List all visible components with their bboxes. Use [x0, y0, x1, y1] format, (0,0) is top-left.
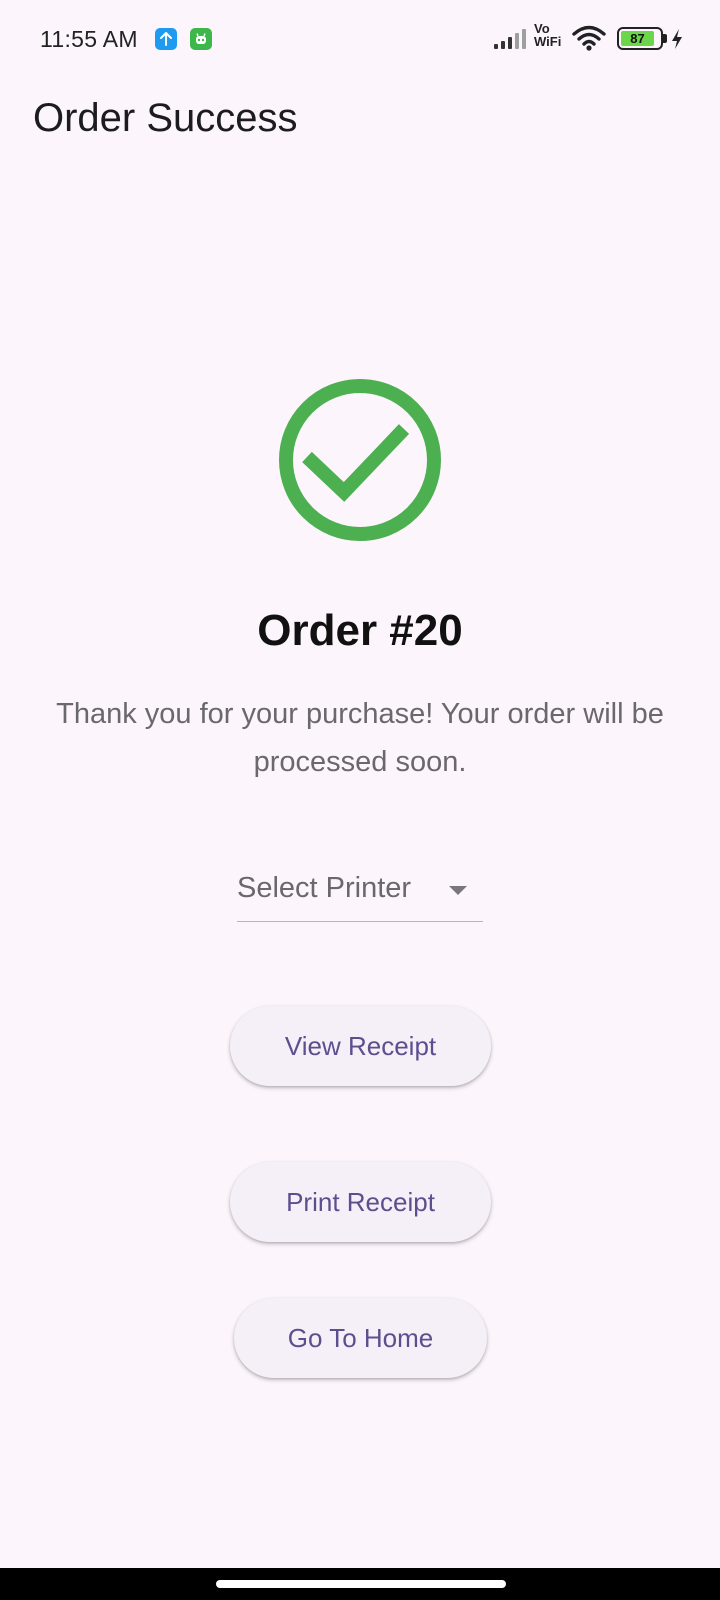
print-receipt-button[interactable]: Print Receipt	[230, 1162, 491, 1242]
go-to-home-button[interactable]: Go To Home	[234, 1298, 487, 1378]
vowifi-icon: Vo WiFi	[534, 22, 566, 52]
screen: 11:55 AM Vo WiFi 87 Order Success Order …	[0, 0, 720, 1600]
vowifi-bottom-text: WiFi	[534, 34, 562, 49]
android-bot-icon	[190, 28, 212, 50]
navigation-bar	[0, 1568, 720, 1600]
caret-down-icon	[449, 886, 467, 895]
battery-icon: 87	[617, 27, 663, 50]
view-receipt-button[interactable]: View Receipt	[230, 1006, 491, 1086]
upload-icon	[155, 28, 177, 50]
home-gesture-handle[interactable]	[216, 1580, 506, 1588]
battery-cap	[663, 34, 667, 43]
signal-icon	[494, 29, 526, 49]
charging-bolt-icon	[672, 29, 682, 49]
battery-level: 87	[621, 31, 655, 46]
check-circle-icon	[279, 379, 441, 541]
printer-dropdown-label: Select Printer	[237, 872, 412, 904]
thank-you-message: Thank you for your purchase! Your order …	[56, 698, 664, 778]
wifi-icon	[572, 25, 606, 51]
page-title: Order Success	[33, 96, 298, 140]
status-bar: 11:55 AM Vo WiFi 87	[0, 0, 720, 80]
printer-dropdown[interactable]: Select Printer	[237, 862, 483, 922]
order-number-heading: Order #20	[257, 606, 463, 655]
status-time: 11:55 AM	[40, 26, 138, 52]
